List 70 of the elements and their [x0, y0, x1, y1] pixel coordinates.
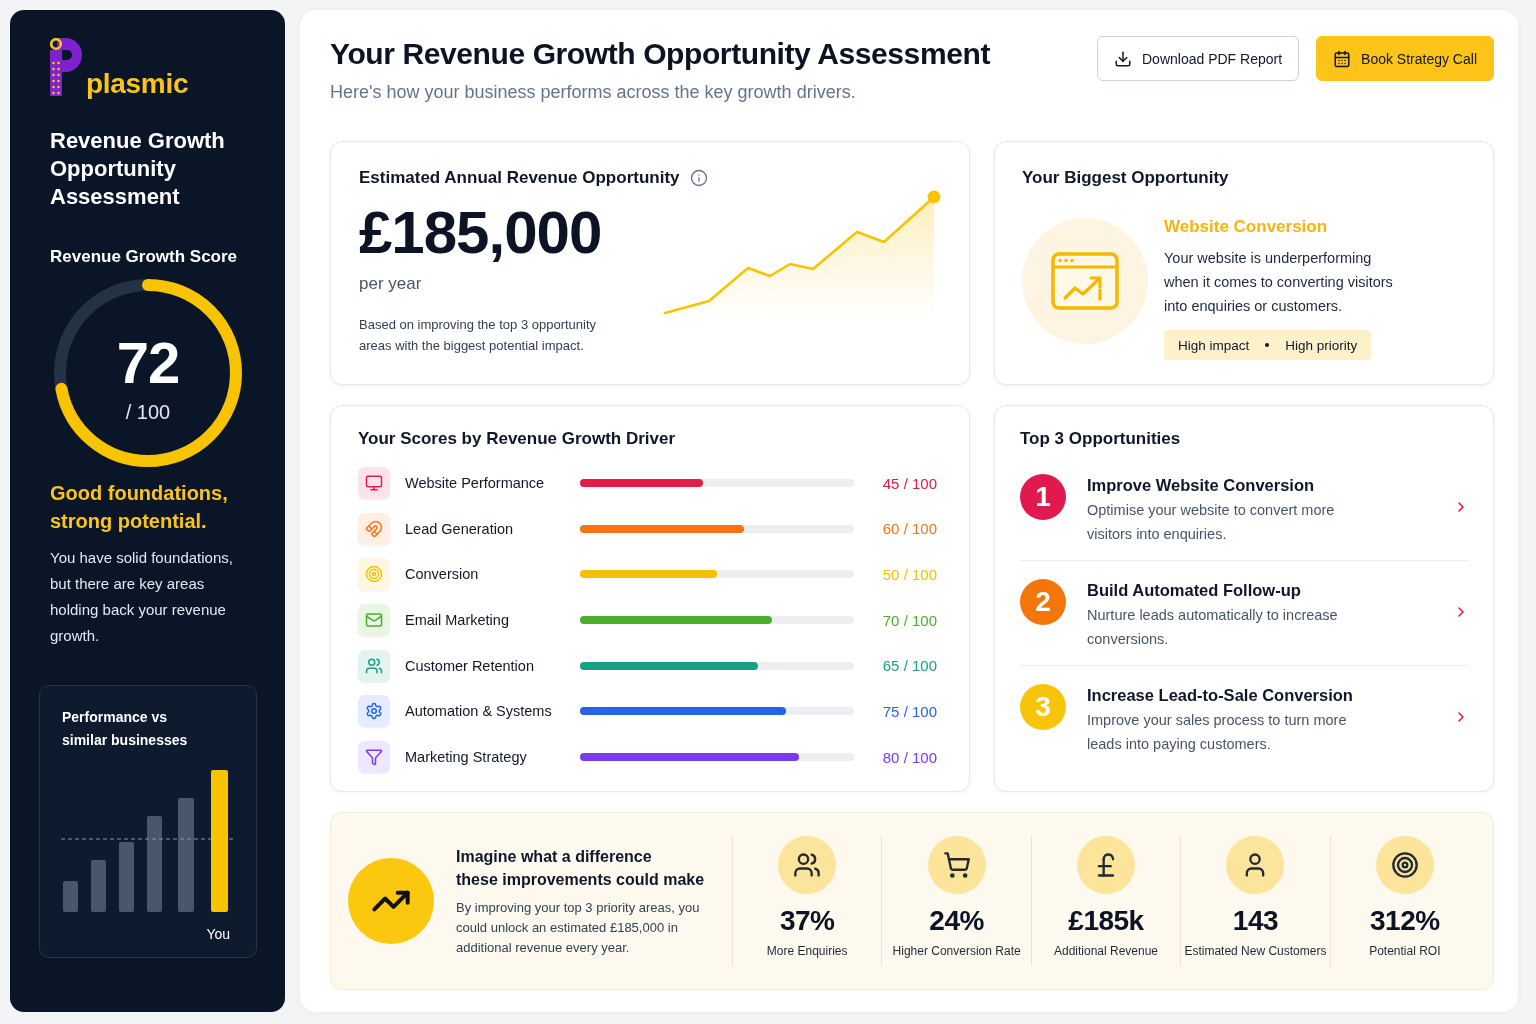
gear-icon: [358, 695, 390, 728]
sidebar-title: Revenue Growth Opportunity Assessment: [50, 127, 226, 211]
score-label: Revenue Growth Score: [50, 246, 239, 268]
opportunity-title: Build Automated Follow-up: [1087, 580, 1302, 601]
tag-label: High priority: [1285, 337, 1358, 353]
driver-name: Conversion: [405, 566, 479, 583]
opportunity-description: Optimise your website to convert more visitors into enquiries.: [1087, 501, 1336, 544]
funnel-icon: [358, 741, 390, 774]
number-badge: 2: [1020, 579, 1066, 625]
target-icon: [358, 558, 390, 591]
opportunity-description: Nurture leads automatically to increase conversions.: [1087, 606, 1339, 649]
logo-mark-icon: [50, 38, 82, 96]
period-label: per year: [359, 273, 423, 295]
driver-score: 65 / 100: [882, 657, 937, 675]
tag-label: High impact: [1178, 337, 1250, 353]
driver-score: 70 / 100: [882, 611, 937, 629]
stat-label: More Enquiries: [766, 943, 848, 960]
driver-score: 50 / 100: [882, 565, 937, 583]
driver-name: Email Marketing: [405, 612, 509, 629]
card-title: Estimated Annual Revenue Opportunity: [359, 167, 680, 189]
card-title: Top 3 Opportunities: [1020, 428, 1182, 450]
stat-value: 143: [1232, 904, 1279, 938]
revenue-note: Based on improving the top 3 opportunity areas with the biggest potential impact.: [359, 316, 598, 355]
driver-score: 80 / 100: [882, 748, 937, 766]
magnet-icon: [358, 512, 390, 545]
stat-value: 24%: [929, 904, 984, 938]
stat-value: 312%: [1370, 904, 1440, 938]
stat-label: Additional Revenue: [1053, 943, 1159, 960]
impact-heading: Imagine what a difference these improvements could make: [456, 846, 706, 890]
page-subtitle: Here's how your business performs across the key growth drivers.: [330, 81, 857, 104]
opportunity-title: Increase Lead-to-Sale Conversion: [1087, 685, 1354, 706]
download-button[interactable]: Download PDF Report: [1097, 36, 1300, 81]
comparison-title: Performance vs similar businesses: [62, 708, 189, 750]
number-badge: 3: [1020, 684, 1066, 730]
download-icon: [1114, 49, 1132, 68]
score-headline: Good foundations, strong potential.: [50, 481, 229, 534]
info-icon[interactable]: [689, 169, 708, 187]
monitor-icon: [358, 467, 390, 499]
opportunity-description: Your website is underperforming when it comes to converting visitors into enquiries or customers.: [1164, 249, 1394, 316]
driver-name: Automation & Systems: [405, 703, 552, 720]
stat-label: Estimated New Customers: [1184, 943, 1327, 960]
score-value: 72: [116, 334, 180, 392]
driver-name: Website Performance: [405, 475, 545, 491]
score-max: / 100: [125, 400, 171, 424]
you-label: You: [206, 925, 230, 943]
stat-value: 37%: [779, 904, 835, 938]
stat-value: £185k: [1068, 904, 1144, 938]
impact-text: By improving your top 3 priority areas, you could unlock an estimated £185,000 in additional revenue every year.: [456, 898, 701, 957]
opportunity-title: Improve Website Conversion: [1087, 475, 1316, 496]
driver-score: 75 / 100: [882, 702, 937, 720]
people-icon: [358, 649, 390, 682]
score-summary: You have solid foundations, but there are key areas holding back your revenue growth.: [50, 548, 234, 646]
stat-label: Higher Conversion Rate: [892, 943, 1021, 960]
page-title: Your Revenue Growth Opportunity Assessment: [330, 36, 990, 72]
calendar-icon: [1333, 49, 1352, 68]
book-call-button[interactable]: Book Strategy Call: [1316, 36, 1494, 81]
card-title: Your Biggest Opportunity: [1022, 167, 1230, 189]
envelope-icon: [358, 604, 390, 637]
separator-dot-icon: [1265, 343, 1270, 347]
opportunity-name: Website Conversion: [1164, 216, 1329, 238]
number-badge: 1: [1020, 474, 1066, 520]
card-title: Your Scores by Revenue Growth Driver: [358, 428, 677, 450]
revenue-amount: £185,000: [359, 203, 603, 263]
driver-score: 45 / 100: [882, 474, 937, 492]
driver-name: Lead Generation: [405, 520, 514, 537]
stat-label: Potential ROI: [1369, 943, 1441, 960]
driver-name: Customer Retention: [405, 657, 534, 674]
driver-score: 60 / 100: [882, 520, 937, 538]
driver-name: Marketing Strategy: [405, 749, 527, 766]
opportunity-description: Improve your sales process to turn more leads into paying customers.: [1087, 711, 1348, 754]
